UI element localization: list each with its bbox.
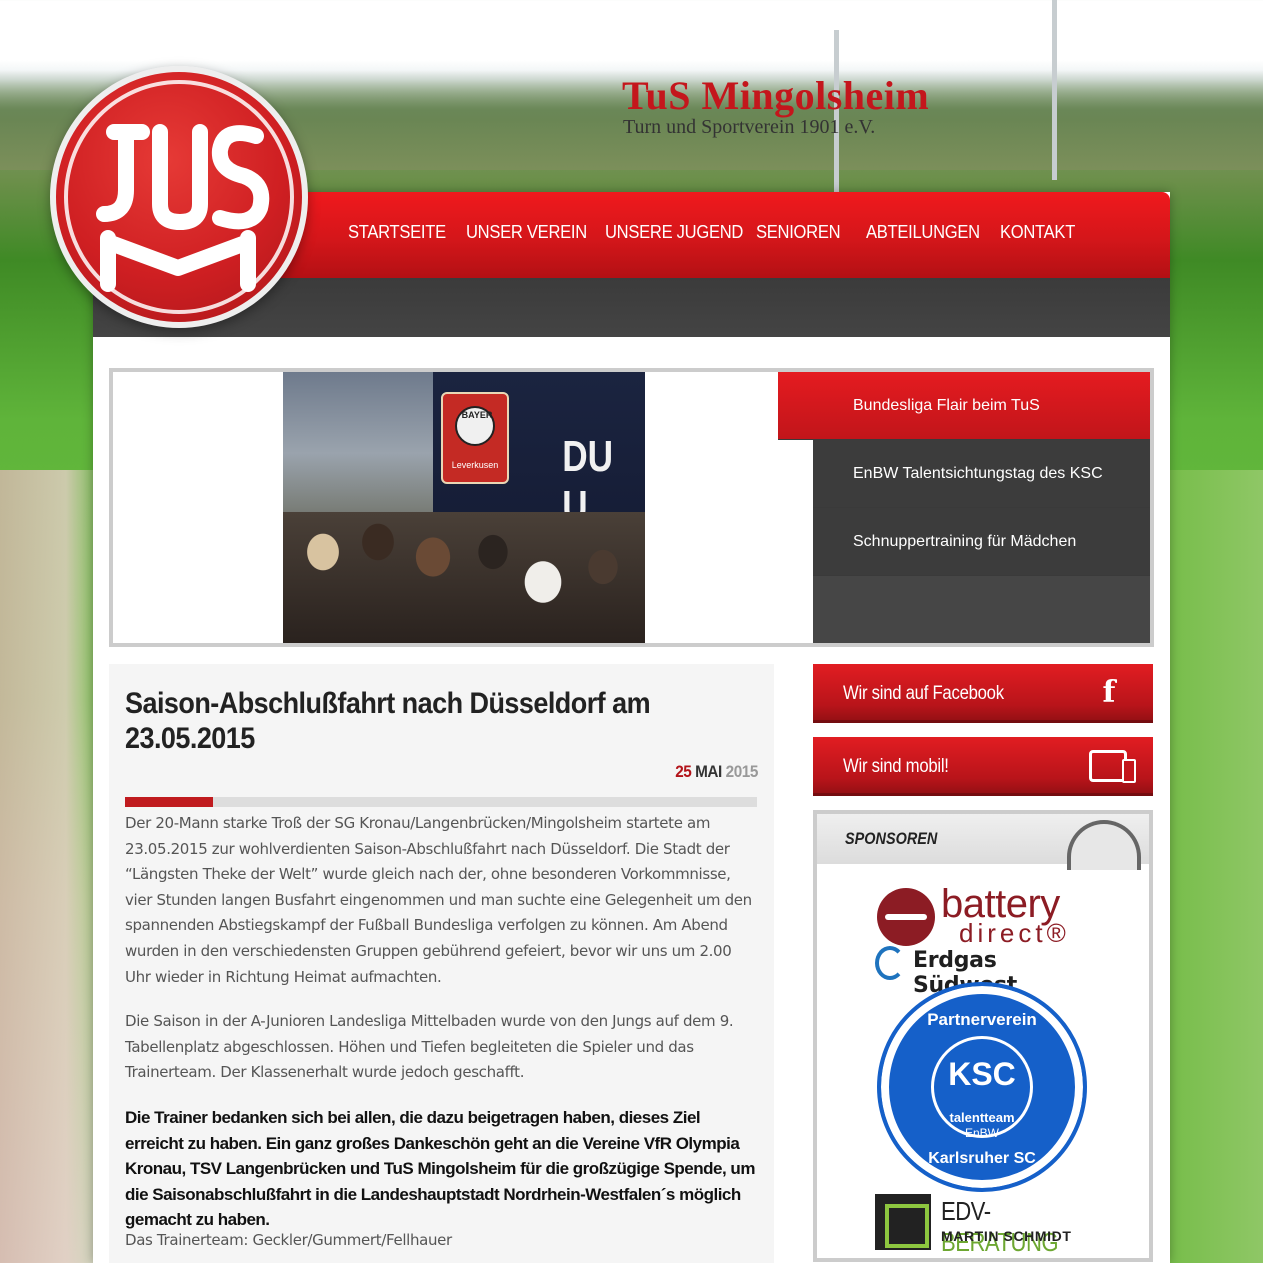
site-subtitle: Turn und Sportverein 1901 e.V. xyxy=(623,116,876,138)
sponsor-battery-direct[interactable]: battery direct® xyxy=(877,882,1097,948)
slide-link-label: Schnuppertraining für Mädchen xyxy=(853,532,1077,550)
mobile-button[interactable]: Wir sind mobil! xyxy=(813,737,1153,796)
sponsor-edv-beratung[interactable]: EDV-BERATUNG MARTIN SCHMIDT xyxy=(875,1194,1105,1257)
bayer-logo-icon: BAYER Leverkusen xyxy=(441,392,509,484)
slide-link-bundesliga-flair[interactable]: Bundesliga Flair beim TuS xyxy=(778,372,1150,440)
bayer-badge-subtext: Leverkusen xyxy=(451,460,499,470)
tus-logo-icon xyxy=(96,124,270,292)
club-logo[interactable] xyxy=(50,66,308,328)
slide-photo[interactable]: BAYER Leverkusen DU U xyxy=(283,372,645,643)
tablet-icon xyxy=(1089,750,1136,783)
nav-kontakt[interactable]: KONTAKT xyxy=(1000,222,1075,243)
slide-link-schnuppertraining[interactable]: Schnuppertraining für Mädchen xyxy=(813,508,1150,576)
edv-logo-icon xyxy=(875,1194,931,1250)
slide-link-label: EnBW Talentsichtungstag des KSC xyxy=(853,464,1103,482)
ksc-team-text: talentteam xyxy=(949,1110,1015,1125)
nav-unsere-jugend[interactable]: UNSERE JUGEND xyxy=(605,222,743,243)
date-day: 25 xyxy=(675,762,692,781)
slide-link-label: Bundesliga Flair beim TuS xyxy=(853,396,1040,414)
article-paragraph-bold: Die Trainer bedanken sich bei allen, die… xyxy=(125,1108,755,1229)
battery-direct-sub: direct® xyxy=(959,918,1070,948)
ksc-enbw-text: EnBW xyxy=(964,1126,999,1140)
edv-title-part1: EDV- xyxy=(941,1196,991,1226)
battery-direct-logo-icon xyxy=(877,888,935,946)
date-year: 2015 xyxy=(725,762,759,781)
read-progress-fill xyxy=(125,797,214,807)
nav-unser-verein[interactable]: UNSER VEREIN xyxy=(466,222,587,243)
bayer-badge-text: BAYER xyxy=(461,410,493,420)
ksc-bottom-text: Karlsruher SC xyxy=(928,1150,1036,1167)
read-progress-bar xyxy=(125,797,757,807)
article-paragraph: Der 20-Mann starke Troß der SG Kronau/La… xyxy=(125,814,752,986)
facebook-button[interactable]: Wir sind auf Facebook f xyxy=(813,664,1153,723)
sponsors-heading: SPONSOREN xyxy=(845,829,938,848)
page-container: STARTSEITE UNSER VEREIN UNSERE JUGEND SE… xyxy=(93,192,1170,1263)
facebook-button-label: Wir sind auf Facebook xyxy=(843,682,1004,704)
ksc-top-text: Partnerverein xyxy=(927,1010,1037,1029)
erdgas-logo-icon xyxy=(875,946,905,980)
nav-abteilungen[interactable]: ABTEILUNGEN xyxy=(866,222,980,243)
article-paragraph: Die Saison in der A-Junioren Landesliga … xyxy=(125,1012,734,1082)
article: Saison-Abschlußfahrt nach Düsseldorf am … xyxy=(109,664,774,1263)
edv-title: EDV-BERATUNG xyxy=(941,1196,1080,1258)
ksc-mid-text: KSC xyxy=(948,1056,1016,1092)
featured-slider: BAYER Leverkusen DU U Bundesliga Flair b… xyxy=(109,368,1154,647)
site-title[interactable]: TuS Mingolsheim xyxy=(622,72,929,119)
sponsor-erdgas-suedwest[interactable]: Erdgas Südwest xyxy=(875,946,1105,998)
nav-startseite[interactable]: STARTSEITE xyxy=(348,222,446,243)
slide-link-enbw-talentsichtungstag[interactable]: EnBW Talentsichtungstag des KSC xyxy=(813,440,1150,508)
mobile-button-label: Wir sind mobil! xyxy=(843,755,949,777)
facebook-icon: f xyxy=(1102,675,1116,710)
article-title[interactable]: Saison-Abschlußfahrt nach Düsseldorf am … xyxy=(125,686,683,756)
background-grass-right xyxy=(1168,470,1263,1263)
article-date: 25 MAI 2015 xyxy=(675,762,758,782)
edv-subtitle: MARTIN SCHMIDT xyxy=(941,1228,1072,1244)
date-month: MAI xyxy=(695,762,722,781)
sponsor-ksc-partnerverein[interactable]: Partnerverein KSC talentteam EnBW Karlsr… xyxy=(877,982,1087,1192)
article-signature: Das Trainerteam: Geckler/Gummert/Fellhau… xyxy=(125,1231,452,1249)
crowd-image xyxy=(283,512,645,643)
nav-senioren[interactable]: SENIOREN xyxy=(756,222,841,243)
floodlight-mast xyxy=(1052,0,1057,180)
slider-navigation: Bundesliga Flair beim TuS EnBW Talentsic… xyxy=(778,372,1150,643)
sponsors-box: SPONSOREN battery direct® Erdgas Südwest… xyxy=(813,810,1153,1262)
